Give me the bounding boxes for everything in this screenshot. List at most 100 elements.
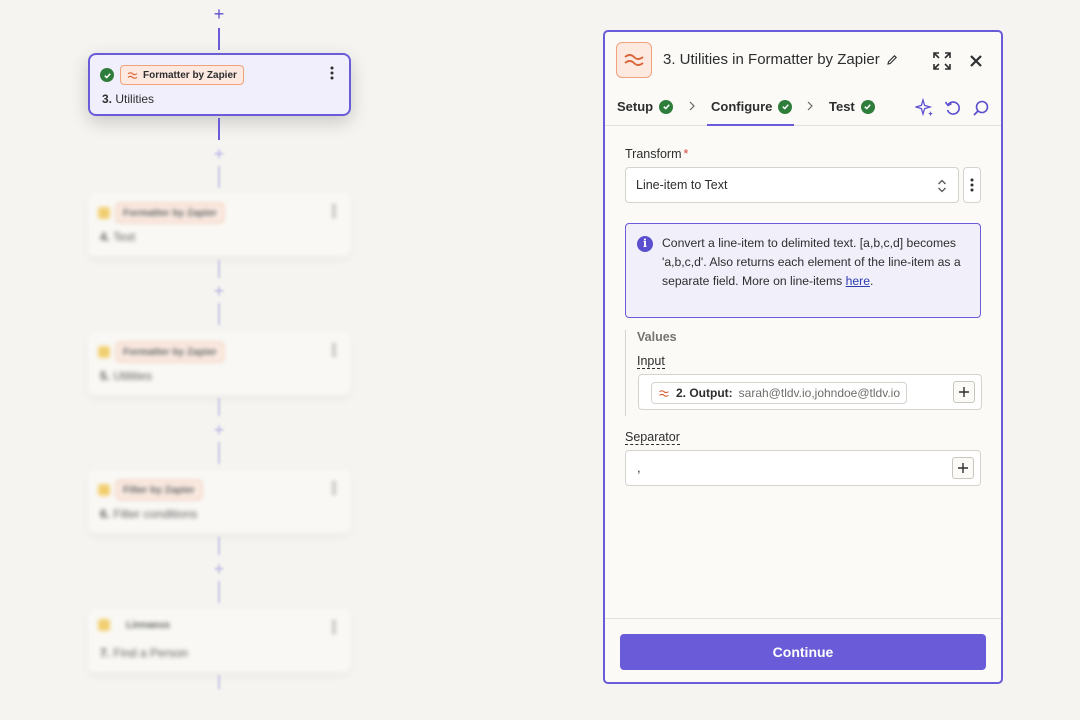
add-step-plus-icon[interactable]: +: [211, 421, 227, 439]
kebab-menu-icon[interactable]: [327, 65, 337, 81]
app-chip-label: Filter by Zapier: [123, 484, 195, 496]
connector-line: [218, 537, 220, 555]
info-text-end: .: [869, 274, 874, 288]
step-card-5[interactable]: Formatter by Zapier 5. Utilities: [88, 332, 351, 395]
step-number: 4.: [100, 230, 111, 244]
step-tabs: Setup Configure Test: [605, 90, 1001, 126]
transform-select-value: Line-item to Text: [636, 178, 728, 192]
step-name: Text: [113, 230, 136, 244]
continue-button[interactable]: Continue: [620, 634, 986, 670]
connector-line: [218, 166, 220, 188]
check-icon: [778, 99, 793, 114]
required-marker: *: [683, 147, 689, 161]
chevron-right-icon: [807, 101, 813, 111]
formatter-icon: [659, 389, 669, 397]
field-options-button[interactable]: [963, 167, 981, 203]
warning-icon: [98, 346, 110, 358]
connector-line: [218, 118, 220, 140]
warning-icon: [98, 207, 110, 219]
add-step-plus-icon[interactable]: +: [211, 145, 227, 163]
info-callout: i Convert a line-item to delimited text.…: [625, 223, 981, 318]
kebab-menu-icon[interactable]: [329, 342, 339, 358]
expand-icon[interactable]: [931, 50, 953, 72]
app-chip: Formatter by Zapier: [116, 342, 224, 362]
input-label-text: Input: [637, 354, 665, 369]
tab-label: Configure: [711, 99, 773, 114]
kebab-menu-icon[interactable]: [329, 619, 339, 635]
add-step-plus-icon[interactable]: +: [211, 282, 227, 300]
plus-icon: [959, 387, 969, 397]
warning-icon: [98, 619, 110, 631]
tab-label: Test: [829, 99, 855, 114]
connector-line: [218, 675, 220, 689]
connector-line: [218, 581, 220, 603]
app-chip: Formatter by Zapier: [116, 203, 224, 223]
kebab-menu-icon[interactable]: [329, 203, 339, 219]
search-icon[interactable]: [971, 98, 991, 118]
info-link[interactable]: here: [846, 274, 870, 288]
warning-icon: [98, 484, 110, 496]
app-chip: Formatter by Zapier: [120, 65, 244, 85]
input-field[interactable]: 2. Output: sarah@tldv.io,johndoe@tldv.io: [638, 374, 982, 410]
add-step-plus-icon[interactable]: +: [211, 5, 227, 23]
step-title: 7. Find a Person: [100, 646, 188, 660]
check-icon: [860, 99, 875, 114]
formatter-icon: [127, 71, 138, 79]
app-chip: Filter by Zapier: [116, 480, 202, 500]
mapped-value-pill[interactable]: 2. Output: sarah@tldv.io,johndoe@tldv.io: [651, 382, 907, 404]
step-card-7[interactable]: Linnaeus 7. Find a Person: [88, 609, 351, 672]
panel-footer: Continue: [605, 618, 1001, 682]
separator-label: Separator: [625, 430, 680, 445]
kebab-menu-icon[interactable]: [329, 480, 339, 496]
add-step-plus-icon[interactable]: +: [211, 560, 227, 578]
pill-label: 2. Output:: [676, 386, 733, 400]
formatter-app-icon: [616, 42, 652, 78]
ai-sparkle-icon[interactable]: [915, 98, 935, 118]
step-name: Utilities: [113, 369, 153, 383]
step-title: 6. Filter conditions: [100, 507, 197, 521]
zap-canvas: + Formatter by Zapier 3. Utilities + For…: [0, 0, 560, 720]
step-title: 5. Utilities: [100, 369, 152, 383]
tab-setup[interactable]: Setup: [617, 99, 674, 114]
step-card-6[interactable]: Filter by Zapier 6. Filter conditions: [88, 470, 351, 533]
pencil-icon[interactable]: [886, 54, 898, 66]
chevron-right-icon: [689, 101, 695, 111]
connector-line: [218, 28, 220, 50]
tab-configure[interactable]: Configure: [711, 99, 793, 114]
connector-line: [218, 398, 220, 416]
kebab-menu-icon: [970, 178, 974, 192]
plus-icon: [958, 463, 968, 473]
check-icon: [100, 68, 114, 82]
transform-label-text: Transform: [625, 147, 682, 161]
app-chip-label: Formatter by Zapier: [123, 207, 217, 219]
insert-data-button[interactable]: [953, 381, 975, 403]
step-name: Find a Person: [113, 646, 189, 660]
separator-input[interactable]: ,: [625, 450, 981, 486]
app-chip-label: Formatter by Zapier: [123, 346, 217, 358]
panel-title[interactable]: 3. Utilities in Formatter by Zapier: [663, 51, 898, 68]
info-text: Convert a line-item to delimited text. […: [662, 236, 961, 288]
step-title: 3. Utilities: [102, 92, 154, 106]
values-group: Values Input 2. Output: sarah@tldv.io,jo…: [625, 330, 982, 416]
active-tab-indicator: [707, 124, 794, 126]
step-card-3[interactable]: Formatter by Zapier 3. Utilities: [88, 53, 351, 116]
connector-line: [218, 260, 220, 278]
check-icon: [659, 99, 674, 114]
transform-label: Transform *: [625, 147, 688, 161]
step-name: Utilities: [115, 92, 155, 106]
separator-value: ,: [637, 460, 641, 475]
transform-select[interactable]: Line-item to Text: [625, 167, 959, 203]
app-chip-label: Formatter by Zapier: [143, 69, 237, 81]
tab-test[interactable]: Test: [829, 99, 875, 114]
step-number: 6.: [100, 507, 111, 521]
step-number: 5.: [100, 369, 111, 383]
step-editor-panel: 3. Utilities in Formatter by Zapier Setu…: [603, 30, 1003, 684]
chevron-up-down-icon: [938, 179, 946, 193]
tab-label: Setup: [617, 99, 654, 114]
step-card-4[interactable]: Formatter by Zapier 4. Text: [88, 193, 351, 256]
step-number: 3.: [102, 92, 113, 106]
insert-data-button[interactable]: [952, 457, 974, 479]
step-number: 7.: [100, 646, 111, 660]
close-icon[interactable]: [965, 50, 987, 72]
undo-icon[interactable]: [943, 98, 963, 118]
